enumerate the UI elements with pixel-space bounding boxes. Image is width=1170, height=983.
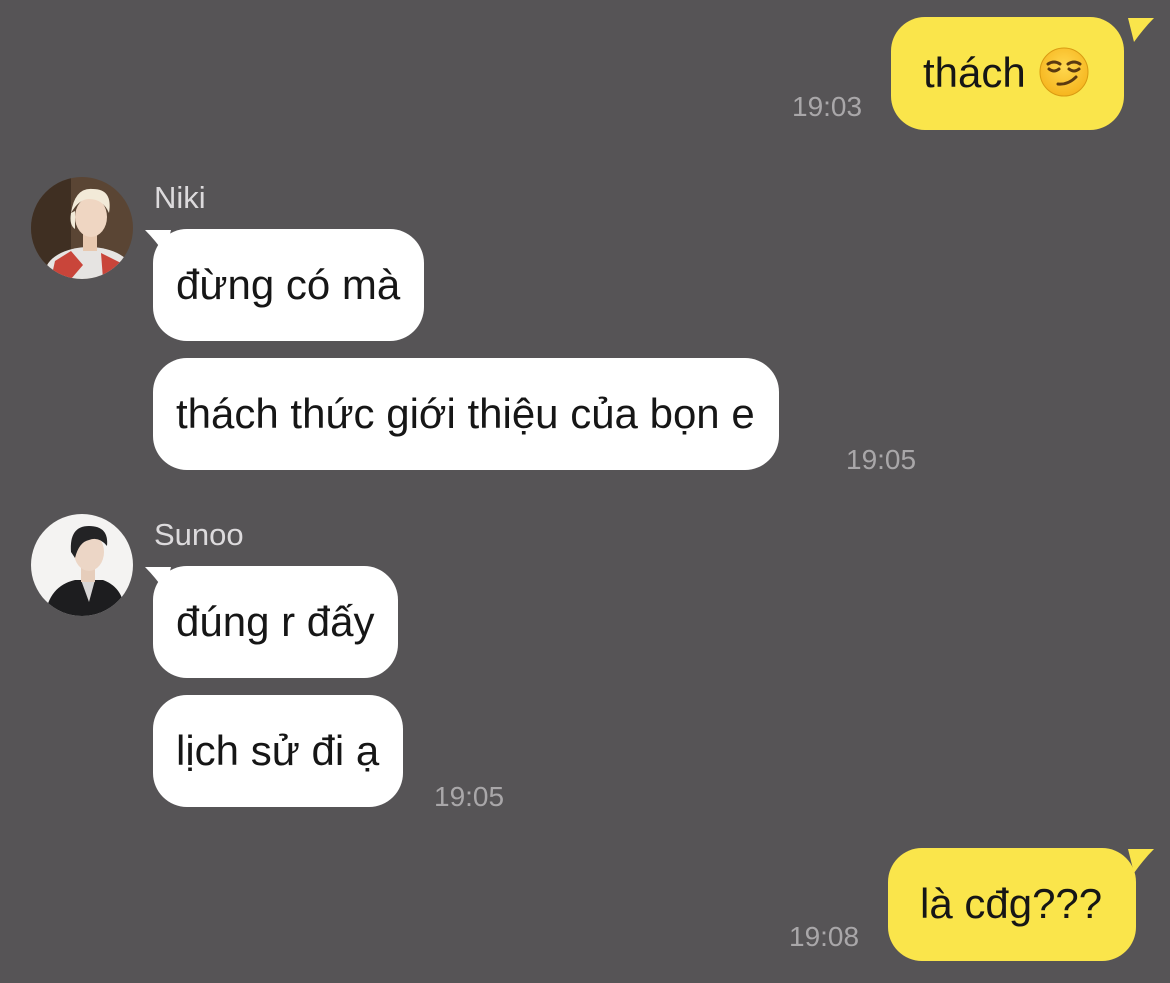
message-text: thách thức giới thiệu của bọn e (176, 390, 755, 437)
outgoing-message-bubble[interactable]: thách (891, 17, 1124, 130)
message-text: lịch sử đi ạ (176, 727, 380, 774)
incoming-message-bubble[interactable]: lịch sử đi ạ (153, 695, 404, 807)
message-timestamp: 19:05 (846, 444, 917, 475)
bubble-tail-right (1128, 18, 1154, 42)
smirking-face-icon (1039, 47, 1089, 97)
message-text: là cđg??? (920, 880, 1103, 927)
avatar-niki[interactable] (31, 177, 133, 279)
avatar-sunoo-image (31, 514, 133, 616)
incoming-message-bubble[interactable]: đừng có mà (153, 229, 425, 341)
sender-name: Sunoo (154, 517, 244, 552)
avatar-niki-image (31, 177, 133, 279)
message-timestamp: 19:03 (792, 91, 863, 122)
incoming-message-bubble[interactable]: thách thức giới thiệu của bọn e (153, 358, 779, 470)
sender-name: Niki (154, 180, 206, 215)
message-text: đừng có mà (176, 261, 401, 308)
message-timestamp: 19:05 (434, 781, 505, 812)
message-timestamp: 19:08 (789, 921, 860, 952)
avatar-sunoo[interactable] (31, 514, 133, 616)
incoming-message-bubble[interactable]: đúng r đấy (153, 566, 399, 678)
message-text: thách (923, 49, 1026, 96)
message-text: đúng r đấy (176, 598, 375, 645)
outgoing-message-bubble[interactable]: là cđg??? (888, 848, 1137, 961)
